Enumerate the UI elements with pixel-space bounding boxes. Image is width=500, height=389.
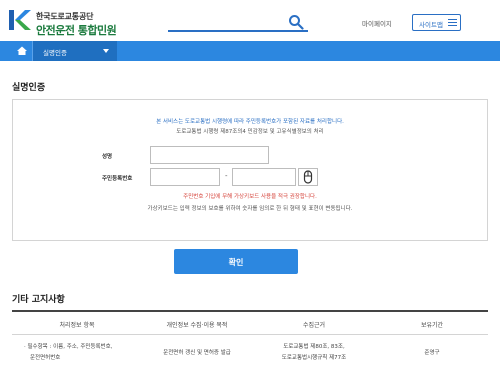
rrn-front-field[interactable]: [150, 168, 220, 186]
warning-text: 주민번호 기입에 무해 가상키보드 사용을 적극 권장합니다.: [183, 194, 317, 200]
chevron-down-icon: [103, 49, 109, 53]
table-header-item: 처리정보 항목: [59, 322, 95, 329]
confirm-label: 확인: [228, 258, 244, 267]
rrn-label: 주민등록번호: [102, 176, 133, 182]
table-cell-period: 준영구: [424, 350, 440, 356]
notice-text-3: 가상키보드는 입력 정보의 보호를 위하여 숫자를 임의로 한 뒤 형태 및 표…: [147, 206, 353, 212]
hamburger-icon: [448, 19, 457, 26]
nav-dropdown[interactable]: 실명인증: [33, 41, 117, 61]
section-title: 기타 고지사항: [12, 295, 65, 305]
table-cell-purpose: 운전면허 갱신 및 면허증 발급: [163, 350, 231, 356]
page-title: 실명인증: [12, 83, 46, 93]
org-name: 한국도로교통공단: [36, 12, 94, 21]
table-top-border: [12, 310, 488, 312]
notice-text-2: 도로교통법 시행령 제87조의4 민감정보 및 고유식별정보의 처리: [176, 129, 324, 135]
confirm-button[interactable]: 확인: [174, 249, 298, 274]
site-header: 한국도로교통공단 안전운전 통합민원 마이페이지 사이트맵: [0, 0, 500, 40]
table-cell-basis-line2: 도로교통법시행규칙 제77조: [281, 355, 347, 361]
logo-mark[interactable]: [9, 10, 31, 30]
home-button[interactable]: [12, 41, 32, 61]
table-header-divider: [12, 334, 488, 335]
virtual-keyboard-button[interactable]: [298, 168, 318, 186]
name-field[interactable]: [150, 146, 269, 164]
search-input[interactable]: [168, 30, 308, 32]
my-page-link[interactable]: 마이페이지: [362, 18, 392, 28]
mouse-icon: [303, 170, 313, 184]
table-header-purpose: 개인정보 수집·이용 목적: [166, 322, 228, 329]
sitemap-button[interactable]: 사이트맵: [412, 14, 461, 31]
notice-text-1: 본 서비스는 도로교통법 시행령에 따라 주민등록번호가 포함된 자료를 처리합…: [156, 119, 344, 125]
site-name[interactable]: 안전운전 통합민원: [36, 22, 117, 38]
table-cell-basis-line1: 도로교통법 제80조, 83조,: [283, 344, 345, 350]
table-header-basis: 수집근거: [302, 322, 326, 329]
home-icon: [17, 46, 27, 55]
sitemap-label: 사이트맵: [419, 21, 443, 29]
table-cell-item-line2: 운전면허번호: [30, 355, 61, 361]
search-icon[interactable]: [288, 14, 304, 30]
rrn-back-field[interactable]: [232, 168, 296, 186]
table-header-period: 보유기간: [420, 322, 444, 329]
nav-dropdown-label: 실명인증: [43, 49, 67, 57]
rrn-dash: -: [225, 172, 228, 180]
table-cell-item-line1: · 필수항목 : 이름, 주소, 주민등록번호,: [24, 344, 113, 350]
name-label: 성명: [102, 154, 113, 160]
